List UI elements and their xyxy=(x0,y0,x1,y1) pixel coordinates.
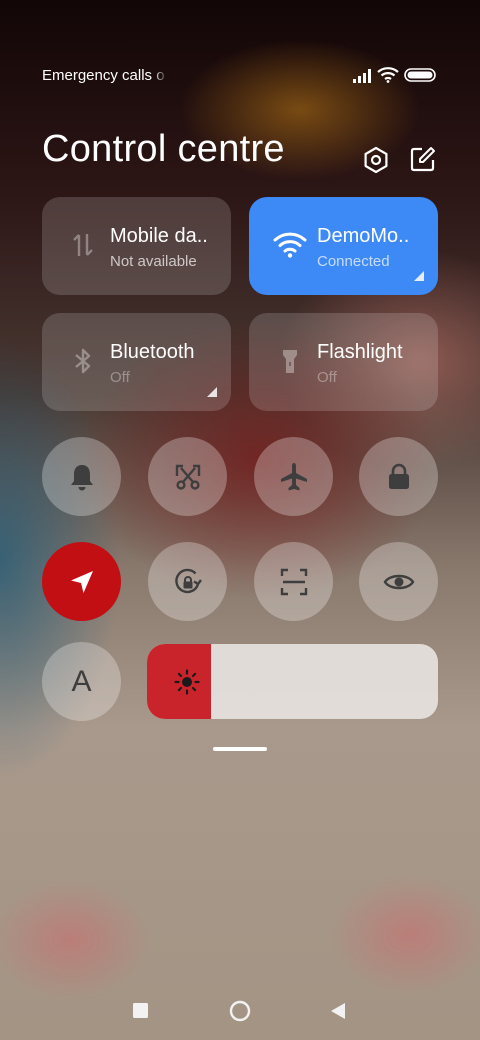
tile-status: Off xyxy=(317,369,337,386)
home-icon[interactable] xyxy=(229,1000,251,1022)
screenshot-icon xyxy=(175,464,200,490)
auto-brightness-icon: A xyxy=(71,664,92,698)
toggle-screenshot[interactable] xyxy=(148,437,227,516)
tile-label: Flashlight xyxy=(317,341,403,363)
tile-status: Connected xyxy=(317,253,390,270)
page-title: Control centre xyxy=(42,128,285,170)
tile-label: DemoMo.. xyxy=(317,225,410,247)
toggle-lock-screen[interactable] xyxy=(359,437,438,516)
expand-corner-icon xyxy=(414,271,424,281)
mobile-data-icon xyxy=(73,234,93,256)
drag-handle[interactable] xyxy=(213,747,267,751)
bluetooth-icon xyxy=(75,348,91,374)
location-icon xyxy=(70,570,93,593)
sun-icon xyxy=(174,669,200,695)
toggle-mute[interactable] xyxy=(42,437,121,516)
scanner-icon xyxy=(280,568,307,595)
rotation-lock-icon xyxy=(174,568,202,593)
edit-icon[interactable] xyxy=(410,146,436,172)
wifi-status-icon xyxy=(377,67,399,83)
back-icon[interactable] xyxy=(331,1003,346,1019)
airplane-icon xyxy=(280,462,307,490)
recents-icon[interactable] xyxy=(133,1003,148,1018)
toggle-location[interactable] xyxy=(42,542,121,621)
bell-icon xyxy=(70,464,93,490)
tile-flashlight[interactable]: Flashlight Off xyxy=(249,313,438,411)
toggle-scanner[interactable] xyxy=(254,542,333,621)
tile-status: Not available xyxy=(110,253,197,270)
settings-icon[interactable] xyxy=(362,146,390,174)
battery-icon xyxy=(404,68,436,82)
tile-label: Bluetooth xyxy=(110,341,195,363)
signal-icon xyxy=(353,69,371,83)
lock-icon xyxy=(388,463,409,489)
wifi-icon xyxy=(273,232,307,258)
tile-label: Mobile da.. xyxy=(110,225,208,247)
tile-status: Off xyxy=(110,369,130,386)
toggle-auto-brightness[interactable]: A xyxy=(42,642,121,721)
status-carrier-text: Emergency calls o xyxy=(42,67,165,84)
toggle-airplane[interactable] xyxy=(254,437,333,516)
expand-corner-icon xyxy=(207,387,217,397)
brightness-slider[interactable] xyxy=(147,644,438,719)
tile-bluetooth[interactable]: Bluetooth Off xyxy=(42,313,231,411)
tile-wifi[interactable]: DemoMo.. Connected xyxy=(249,197,438,295)
toggle-reading-mode[interactable] xyxy=(359,542,438,621)
eye-icon xyxy=(383,574,414,589)
toggle-rotation-lock[interactable] xyxy=(148,542,227,621)
flashlight-icon xyxy=(283,350,297,373)
tile-mobile-data[interactable]: Mobile da.. Not available xyxy=(42,197,231,295)
